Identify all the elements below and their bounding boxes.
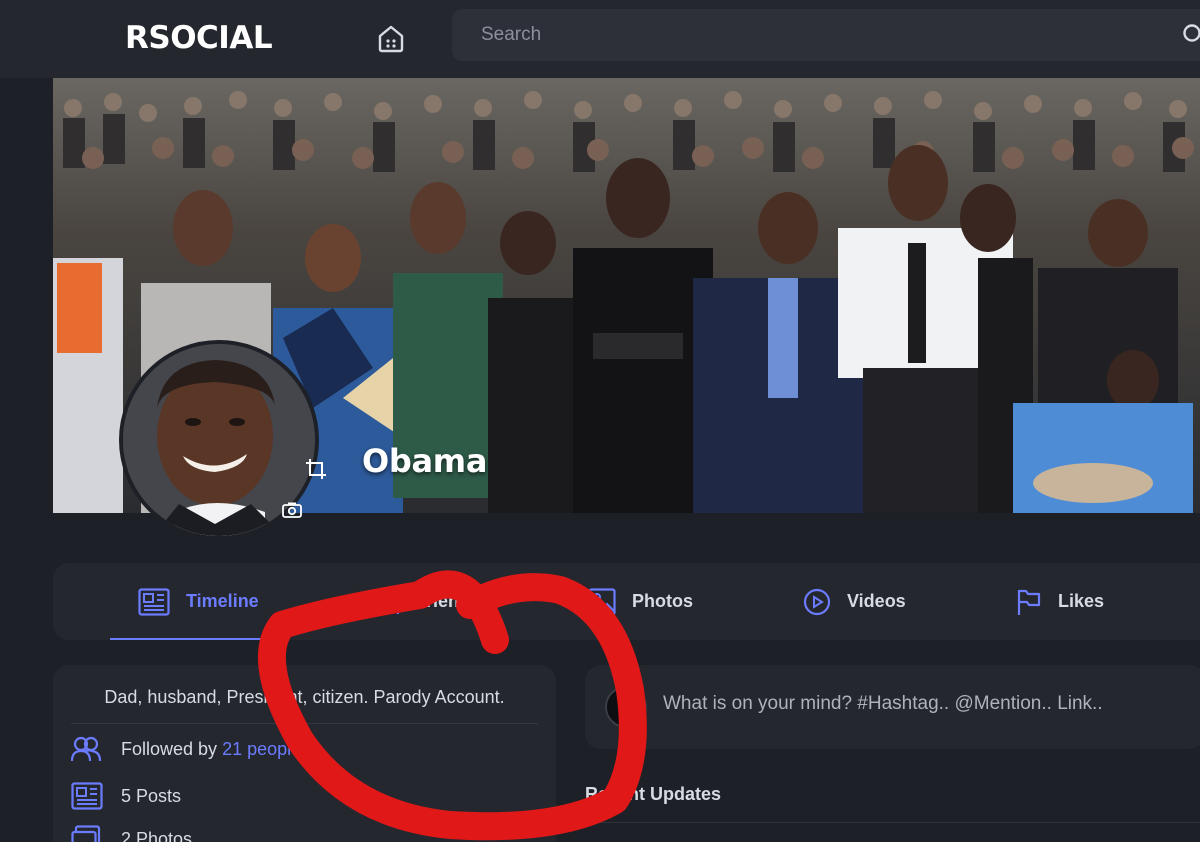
profile-bio: Dad, husband, President, citizen. Parody… xyxy=(104,687,505,707)
tab-photos[interactable]: Photos xyxy=(588,563,693,640)
crop-icon[interactable] xyxy=(305,458,327,480)
divider xyxy=(585,822,1200,823)
user-avatar[interactable] xyxy=(605,686,647,728)
tab-likes[interactable]: Likes xyxy=(1016,563,1104,640)
photos-count: 2 Photos xyxy=(121,828,193,842)
top-navigation-bar: RSOCIAL xyxy=(0,0,1200,78)
followers-row: Followed by 21 people xyxy=(71,736,301,762)
photos-icon xyxy=(71,825,101,842)
about-card: Dad, husband, President, citizen. Parody… xyxy=(53,665,556,842)
tab-label: Photos xyxy=(632,591,693,611)
composer-input[interactable]: What is on your mind? #Hashtag.. @Mentio… xyxy=(663,693,1103,715)
tab-label: Videos xyxy=(847,591,906,611)
divider xyxy=(71,723,538,724)
tab-timeline[interactable]: Timeline xyxy=(138,563,259,640)
search-input[interactable] xyxy=(452,9,1200,61)
profile-tabs: Timeline Friends Photos Videos Likes xyxy=(53,563,1200,640)
flag-icon xyxy=(1017,589,1041,615)
users-icon xyxy=(71,736,101,762)
tab-label: Timeline xyxy=(186,591,259,611)
search-icon[interactable] xyxy=(1182,23,1200,47)
camera-icon[interactable] xyxy=(282,502,302,518)
recent-updates-title: Recent Updates xyxy=(585,784,722,804)
posts-count: 5 Posts xyxy=(121,785,182,806)
search-bar xyxy=(452,9,1200,61)
followed-by-label: Followed by xyxy=(121,738,223,759)
newspaper-icon xyxy=(138,587,170,616)
post-composer: What is on your mind? #Hashtag.. @Mentio… xyxy=(585,665,1200,749)
posts-row: 5 Posts xyxy=(71,782,181,810)
tab-label: Friends xyxy=(415,591,481,611)
active-tab-indicator xyxy=(110,638,265,640)
home-button[interactable] xyxy=(374,21,408,55)
image-icon xyxy=(588,587,616,616)
photos-row: 2 Photos xyxy=(71,825,192,842)
profile-name: Obama xyxy=(362,442,488,480)
site-logo[interactable]: RSOCIAL xyxy=(125,20,273,56)
followers-link[interactable]: 21 people xyxy=(222,739,301,760)
play-icon xyxy=(803,588,831,615)
home-icon xyxy=(378,25,404,53)
newspaper-icon xyxy=(71,782,103,810)
tab-videos[interactable]: Videos xyxy=(803,563,906,640)
users-icon xyxy=(369,589,399,614)
tab-friends[interactable]: Friends xyxy=(369,563,480,640)
tab-label: Likes xyxy=(1058,591,1105,611)
